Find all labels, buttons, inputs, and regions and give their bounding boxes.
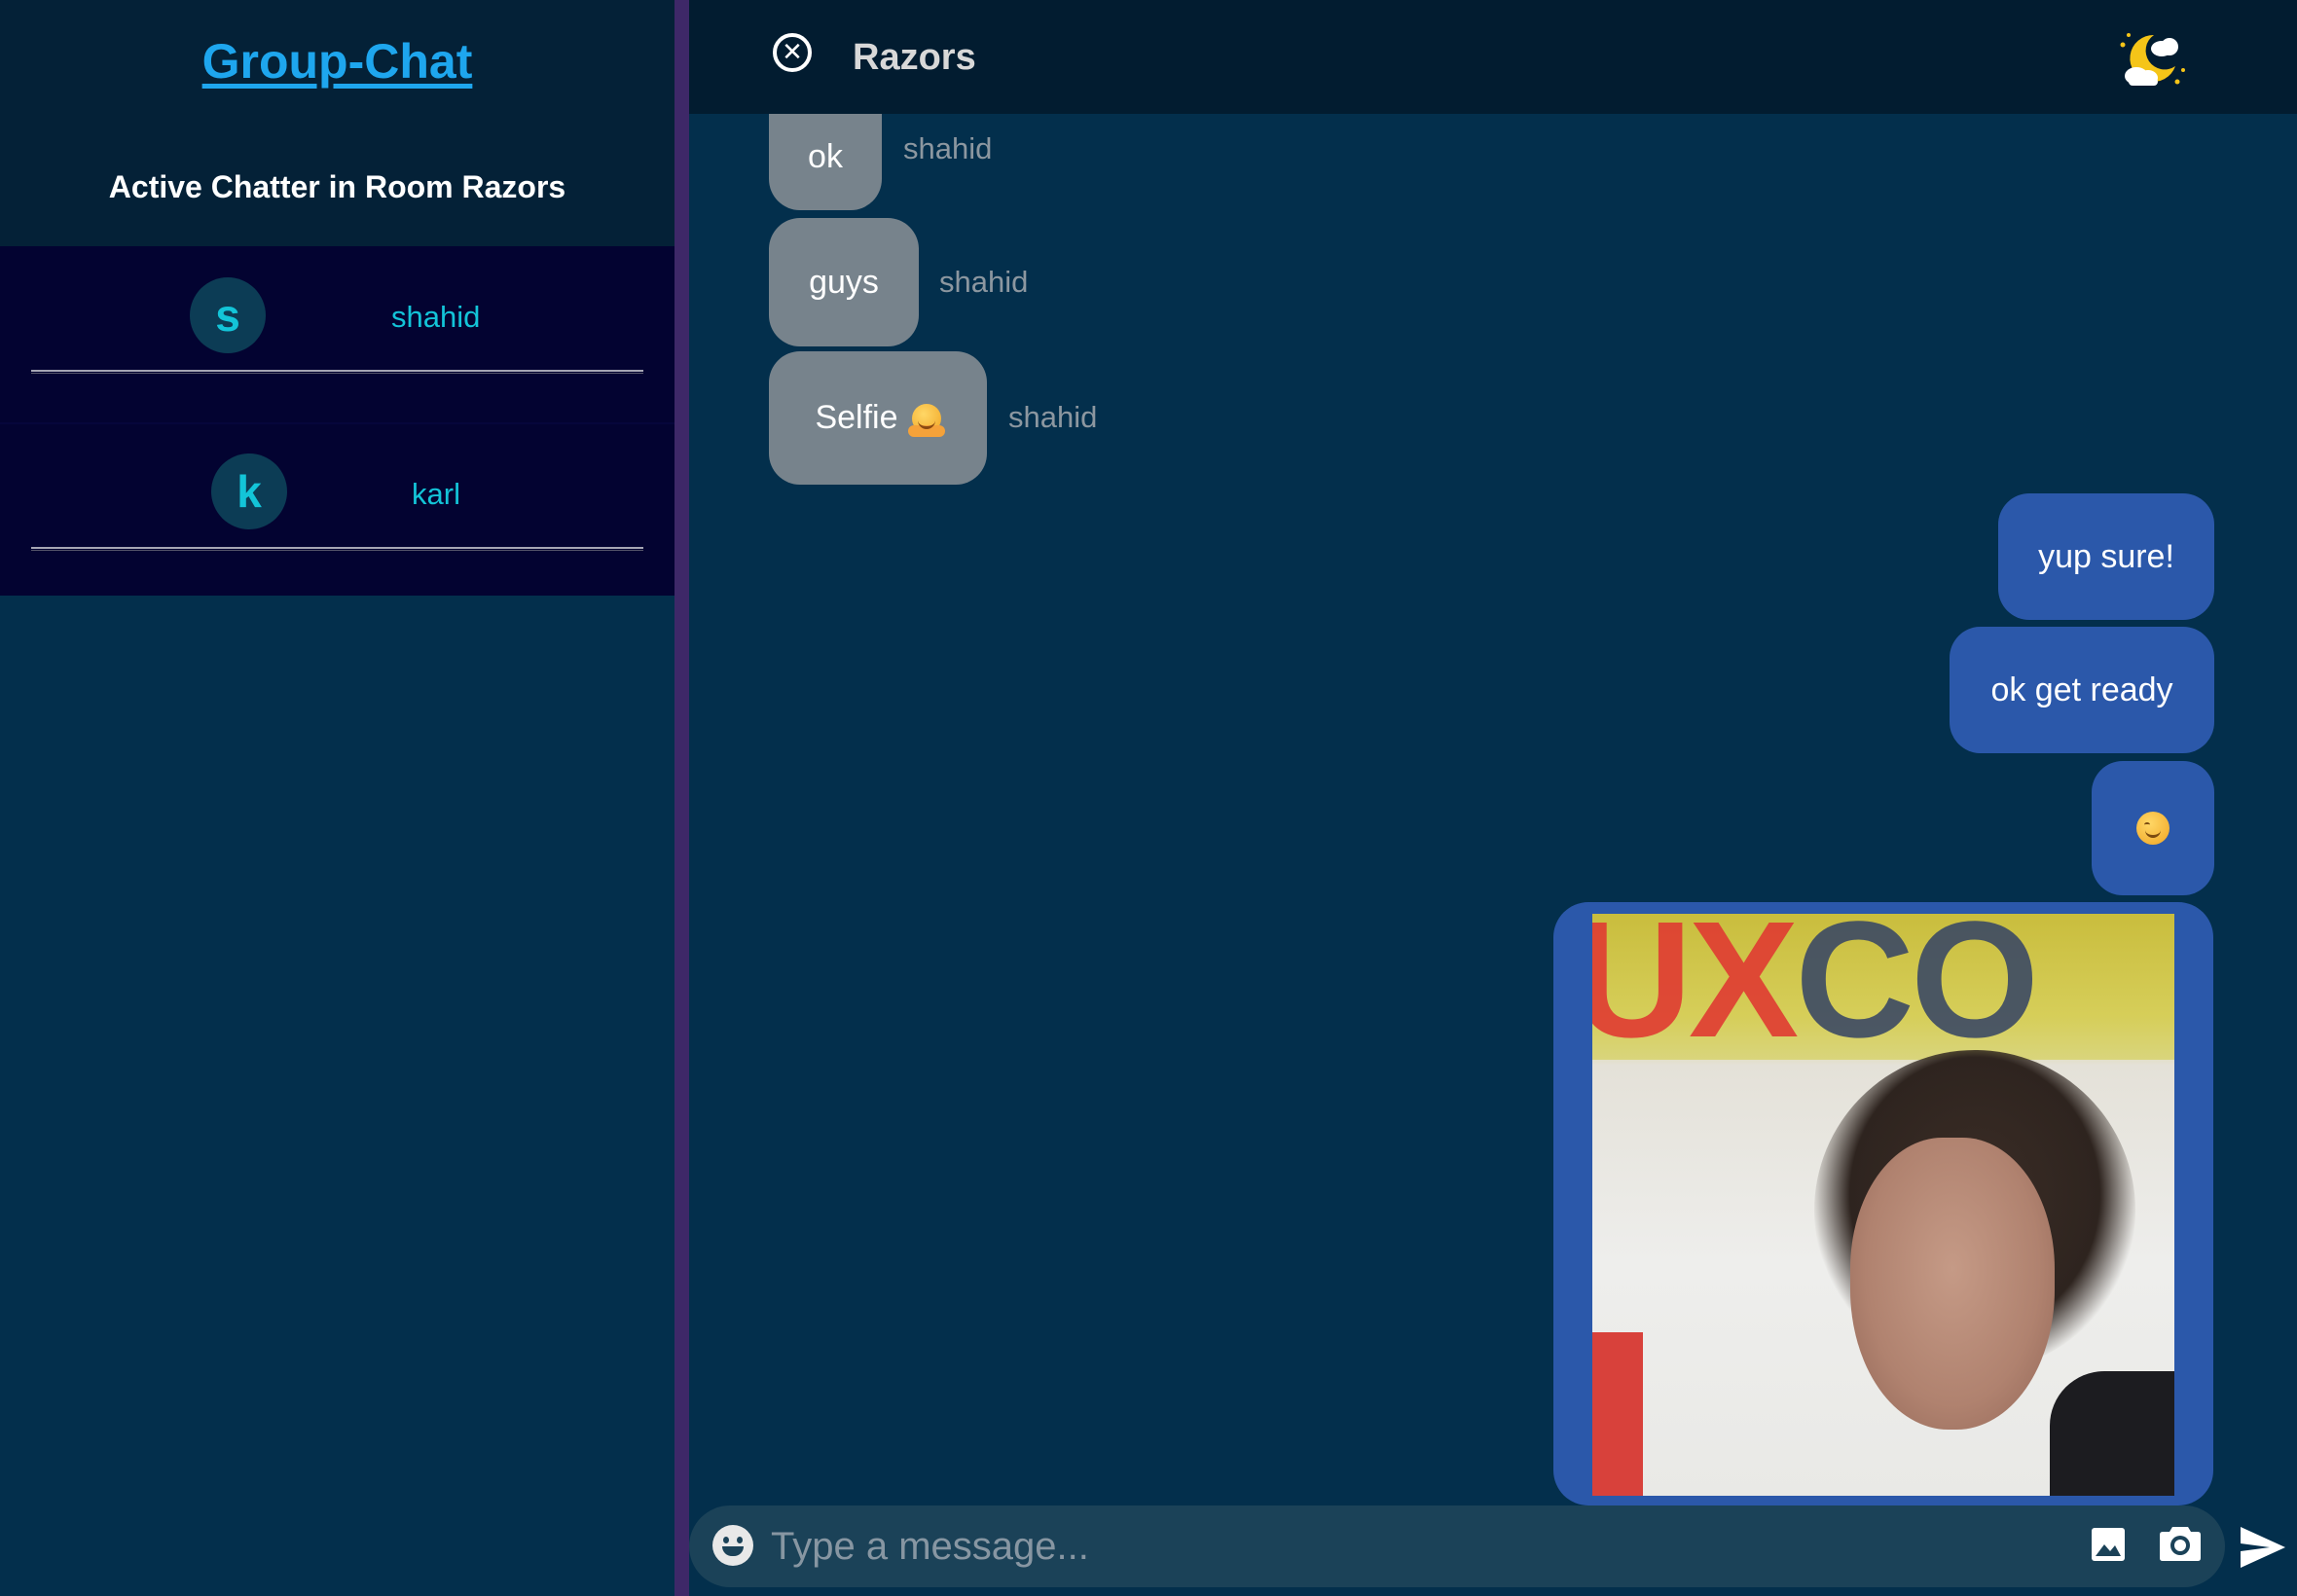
close-x-glyph: ✕ [782, 37, 803, 66]
message-list[interactable]: ok shahid guys shahid Selfie shahid yup … [689, 114, 2297, 1505]
hugging-face-icon [907, 403, 945, 437]
chat-header: ✕ Razors [689, 0, 2297, 114]
message-text: ok get ready [1990, 671, 2173, 708]
divider [31, 547, 643, 551]
photo-letters-red: UX [1592, 914, 1799, 1072]
message-sender: shahid [1008, 400, 1098, 434]
message-bubble-incoming: guys [769, 218, 919, 346]
chatter-list: s shahid k karl [0, 246, 675, 596]
close-icon[interactable]: ✕ [773, 33, 812, 72]
room-title: Razors [853, 37, 976, 78]
divider [31, 370, 643, 374]
smiling-face-icon [2136, 812, 2169, 845]
sidebar: Group-Chat Active Chatter in Room Razors… [0, 0, 675, 1596]
message-input[interactable] [771, 1515, 1783, 1578]
moon-cloud-icon[interactable] [2115, 27, 2188, 91]
message-composer [689, 1505, 2297, 1596]
photo-red-stripe [1592, 1332, 1643, 1496]
message-sender: shahid [939, 265, 1029, 299]
chat-app: Group-Chat Active Chatter in Room Razors… [0, 0, 2297, 1596]
image-upload-icon[interactable] [2091, 1527, 2126, 1562]
chatter-name: karl [412, 477, 460, 511]
message-text: Selfie [815, 399, 898, 436]
active-chatters-heading: Active Chatter in Room Razors [108, 169, 566, 204]
chatter-item[interactable]: k karl [0, 422, 675, 598]
send-icon[interactable] [2239, 1525, 2287, 1570]
message-bubble-outgoing: ok get ready [1950, 627, 2214, 753]
photo-shirt [2050, 1371, 2174, 1496]
chatter-name: shahid [391, 300, 481, 334]
avatar: s [190, 277, 266, 353]
image-icon-svg [2092, 1528, 2125, 1561]
sidebar-header: Group-Chat Active Chatter in Room Razors [0, 0, 675, 246]
chatter-item[interactable]: s shahid [0, 246, 675, 421]
message-text: guys [809, 263, 879, 301]
avatar: k [211, 453, 287, 529]
message-bubble-outgoing [2092, 761, 2214, 895]
message-bubble-incoming: ok [769, 114, 882, 210]
composer-pill [689, 1505, 2225, 1587]
send-icon-svg [2241, 1527, 2285, 1568]
sidebar-border [675, 0, 689, 1596]
message-sender: shahid [903, 131, 993, 165]
message-text: yup sure! [2038, 537, 2174, 575]
photo-face [1850, 1138, 2055, 1430]
message-bubble-incoming: Selfie [769, 351, 987, 485]
camera-icon-svg [2160, 1527, 2201, 1561]
message-bubble-outgoing: yup sure! [1998, 493, 2214, 620]
message-text: ok [808, 138, 843, 175]
photo-letters-dark: CO [1795, 914, 2039, 1072]
emoji-picker-icon[interactable] [712, 1525, 753, 1566]
app-title-link[interactable]: Group-Chat [0, 33, 675, 90]
selfie-photo[interactable]: UXCO [1592, 914, 2174, 1496]
image-message-bubble[interactable]: UXCO [1553, 902, 2213, 1505]
camera-icon[interactable] [2159, 1523, 2202, 1562]
moon-cloud-icon-svg [2120, 33, 2185, 86]
